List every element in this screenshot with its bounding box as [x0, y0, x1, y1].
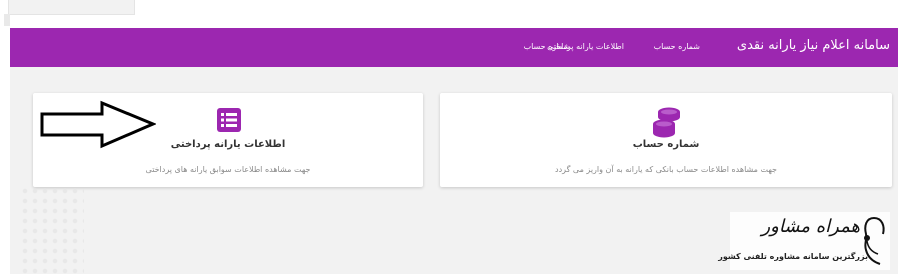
nav-account-number[interactable]: شماره حساب [654, 42, 700, 51]
nav-account-number-2[interactable]: شماره حساب [524, 42, 570, 51]
card-description: جهت مشاهده اطلاعات سوابق یارانه های پردا… [145, 165, 311, 174]
card-title: شماره حساب [632, 139, 700, 150]
browser-edge [4, 14, 10, 26]
site-title[interactable]: سامانه اعلام نیاز یارانه نقدی [737, 38, 890, 53]
browser-strip [0, 0, 900, 28]
arrow-right-icon [40, 100, 156, 149]
browser-tab[interactable] [8, 0, 135, 15]
card-account-number[interactable]: شماره حساب جهت مشاهده اطلاعات حساب بانکی… [440, 93, 892, 187]
decorative-dots [20, 186, 84, 274]
watermark-title: همراه مشاور [761, 216, 860, 237]
top-header: سامانه اعلام نیاز یارانه نقدی شماره حساب… [10, 28, 898, 67]
list-icon [217, 108, 241, 132]
card-description: جهت مشاهده اطلاعات حساب بانکی که یارانه … [555, 165, 777, 174]
coins-stack-icon [653, 107, 680, 138]
watermark-logo: همراه مشاور بزرگترین سامانه مشاوره تلفنی… [718, 212, 890, 270]
watermark-subtitle: بزرگترین سامانه مشاوره تلفنی کشور [718, 252, 868, 261]
